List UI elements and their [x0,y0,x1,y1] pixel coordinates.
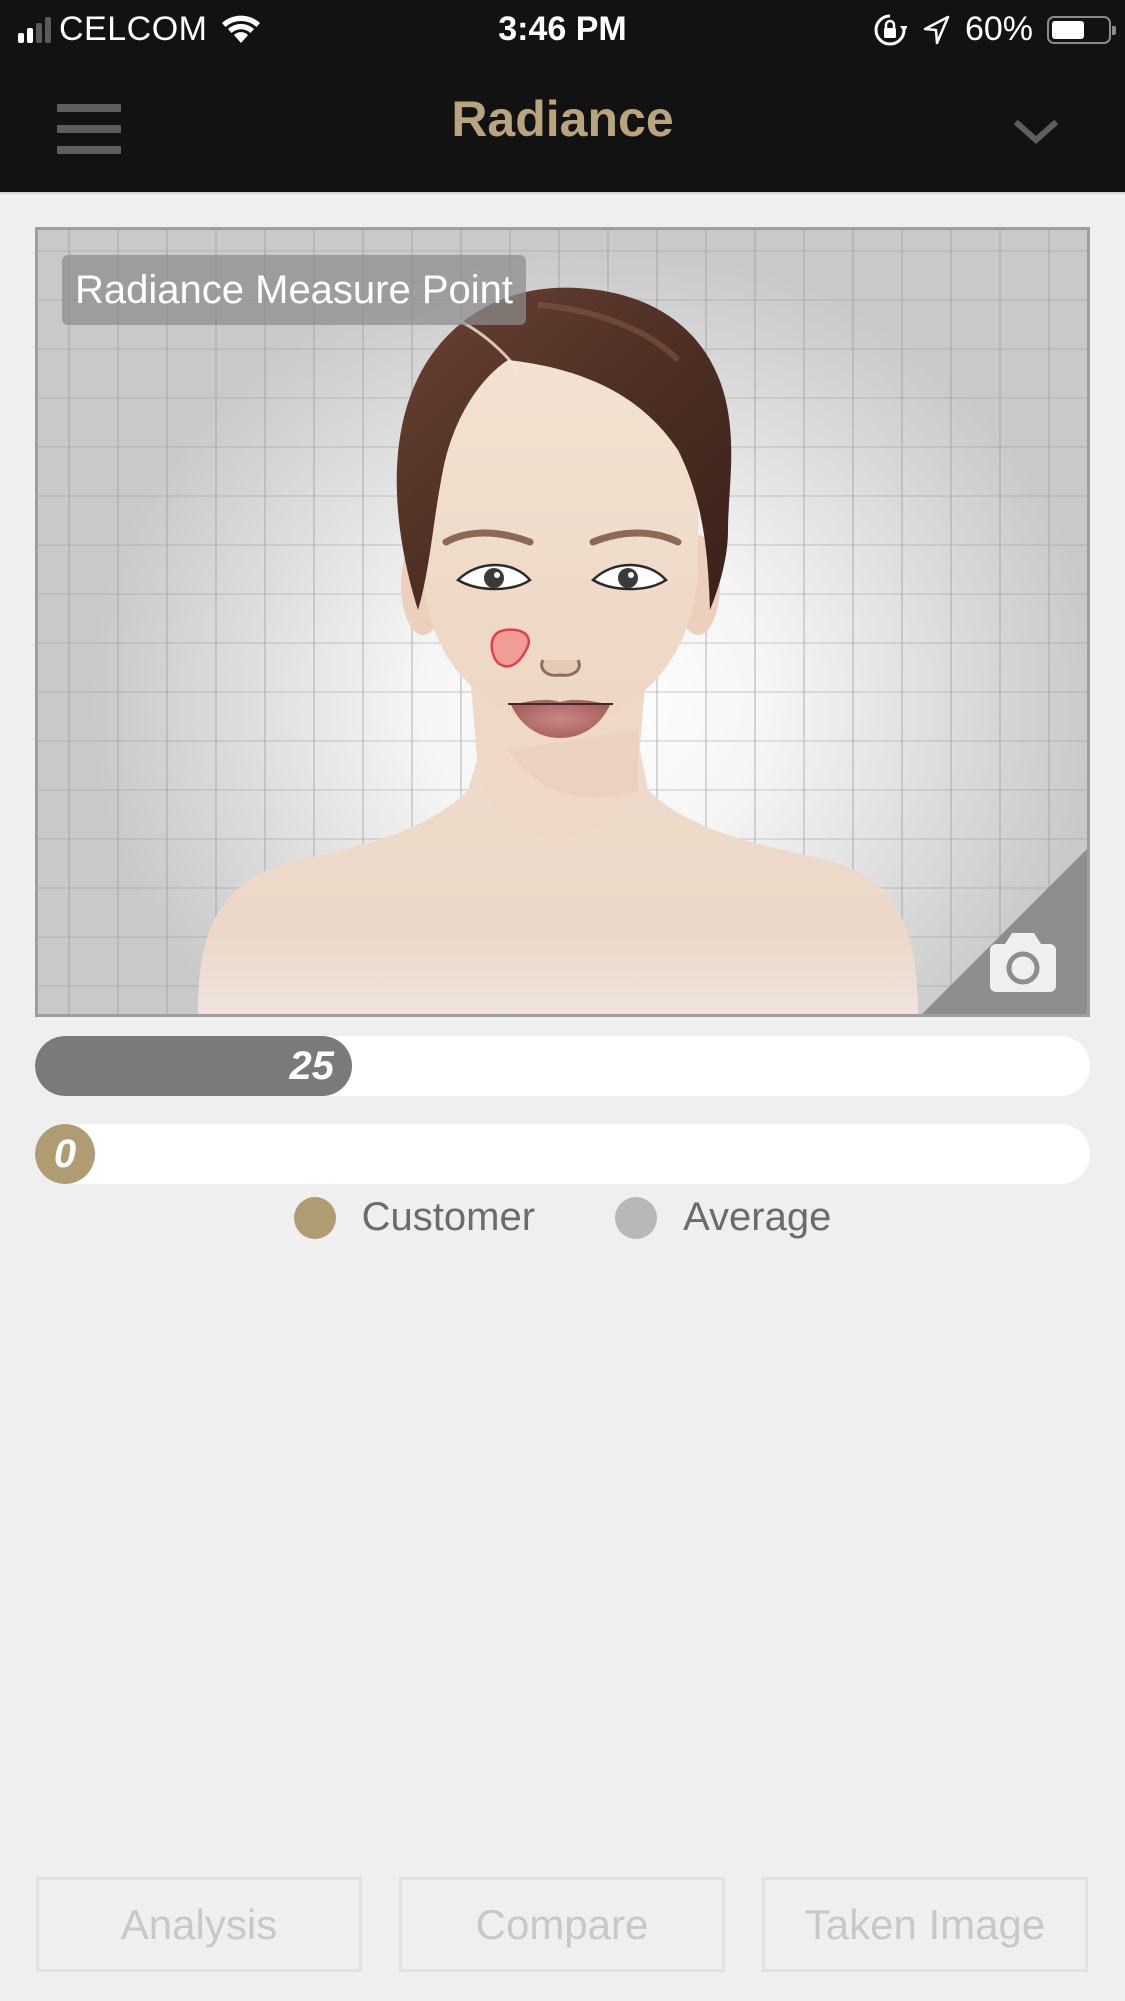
location-arrow-icon [923,15,950,44]
legend-item-average: Average [615,1195,831,1240]
carrier-name: CELCOM [59,10,208,48]
taken-image-button[interactable]: Taken Image [762,1877,1088,1972]
customer-score-fill: 0 [35,1124,95,1184]
status-bar: CELCOM 3:46 PM 60% [0,0,1125,62]
average-color-dot [615,1196,658,1239]
average-score-bar: 25 [35,1036,1090,1096]
battery-level [1052,20,1084,39]
legend: Customer Average [0,1195,1125,1240]
customer-score-value: 0 [53,1132,77,1176]
measure-point-label: Radiance Measure Point [62,255,527,325]
clock: 3:46 PM [498,10,627,48]
status-left: CELCOM [18,10,261,49]
compare-button[interactable]: Compare [399,1877,725,1972]
legend-item-customer: Customer [293,1195,536,1240]
battery-percentage: 60% [964,10,1033,48]
status-right: 60% [873,10,1116,49]
chevron-down-icon[interactable] [1010,112,1062,152]
camera-button[interactable] [922,849,1087,1014]
legend-label-average: Average [683,1195,832,1239]
battery-icon [1047,15,1116,44]
legend-label-customer: Customer [361,1195,536,1239]
header-divider [0,192,1125,194]
customer-color-dot [293,1196,336,1239]
page-title: Radiance [451,91,674,147]
customer-score-bar: 0 [35,1124,1090,1184]
analysis-button[interactable]: Analysis [36,1877,362,1972]
hamburger-menu-icon[interactable] [57,104,121,154]
average-score-value: 25 [289,1044,335,1088]
signal-icon [18,16,51,43]
face-image-panel: Radiance Measure Point [35,227,1090,1017]
wifi-icon [222,15,261,43]
navigation-bar: Radiance [0,62,1125,192]
orientation-lock-icon [874,14,907,45]
average-score-fill: 25 [35,1036,352,1096]
